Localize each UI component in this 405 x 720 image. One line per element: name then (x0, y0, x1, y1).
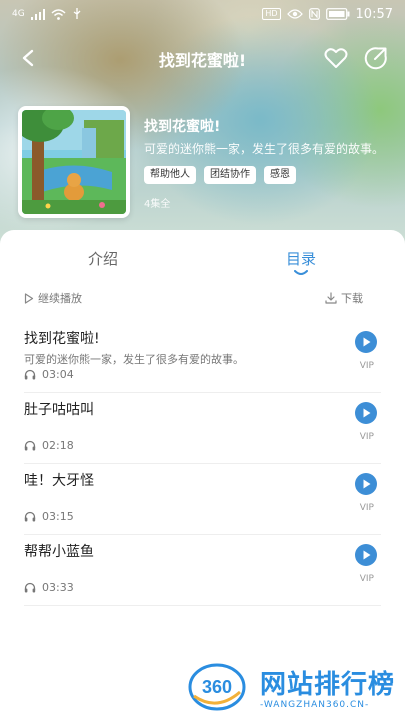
tab-intro[interactable]: 介绍 (88, 248, 118, 269)
headphones-icon (24, 369, 36, 380)
nfc-icon (308, 8, 320, 20)
playlist-toolbar: 继续播放 下载 (0, 290, 405, 310)
headphones-icon (24, 582, 36, 593)
clock: 10:57 (355, 6, 393, 22)
album-title: 找到花蜜啦! (144, 119, 221, 135)
play-icon (363, 550, 370, 560)
play-outline-icon (24, 292, 34, 304)
episode-description: 可爱的迷你熊一家，发生了很多有爱的故事。 (24, 353, 244, 366)
content-panel: 介绍 目录 继续播放 下载 找到花蜜啦! 可爱的迷你熊一家，发生了很多有爱的故事… (0, 230, 405, 720)
episode-title: 肚子咕咕叫 (24, 402, 94, 418)
album-description: 可爱的迷你熊一家，发生了很多有爱的故事。 (144, 142, 385, 156)
episode-row[interactable]: 哇！大牙怪 03:15 VIP (24, 464, 381, 535)
signal-icon (30, 8, 45, 20)
album-cover-image (22, 110, 126, 214)
vip-badge: VIP (359, 503, 374, 513)
duration-text: 03:15 (42, 510, 74, 523)
hd-badge: HD (262, 8, 281, 20)
status-bar: 4G HD 10:57 (0, 0, 405, 28)
watermark-logo: 360 (188, 663, 246, 711)
episode-title: 哇！大牙怪 (24, 473, 94, 489)
episode-list: 找到花蜜啦! 可爱的迷你熊一家，发生了很多有爱的故事。 03:04 VIP 肚子… (0, 322, 405, 606)
watermark: 360 网站排行榜 -WANGZHAN360.CN- (188, 660, 398, 716)
share-icon (364, 47, 387, 70)
vip-badge: VIP (359, 361, 374, 371)
album-cover (18, 106, 130, 218)
download-icon (325, 292, 337, 304)
tab-catalog[interactable]: 目录 (286, 248, 316, 269)
status-left: 4G (12, 8, 82, 20)
play-button[interactable] (355, 544, 377, 566)
tag[interactable]: 帮助他人 (144, 166, 196, 184)
download-label: 下载 (341, 292, 363, 305)
episode-duration: 03:04 (24, 368, 74, 381)
watermark-title: 网站排行榜 (260, 670, 396, 700)
duration-text: 03:33 (42, 581, 74, 594)
play-button[interactable] (355, 402, 377, 424)
vip-badge: VIP (359, 574, 374, 584)
status-right: HD 10:57 (262, 7, 393, 22)
back-button[interactable] (14, 44, 42, 72)
eye-icon (286, 9, 303, 19)
heart-icon (324, 48, 348, 68)
watermark-logo-text: 360 (202, 677, 232, 697)
tag[interactable]: 感恩 (264, 166, 296, 184)
play-button[interactable] (355, 473, 377, 495)
nav-bar: 找到花蜜啦! (0, 36, 405, 80)
download-button[interactable]: 下载 (325, 290, 363, 306)
episode-duration: 03:33 (24, 581, 74, 594)
play-icon (363, 479, 370, 489)
watermark-subtitle: -WANGZHAN360.CN- (260, 700, 370, 710)
episode-row[interactable]: 找到花蜜啦! 可爱的迷你熊一家，发生了很多有爱的故事。 03:04 VIP (24, 322, 381, 393)
episode-title: 找到花蜜啦! (24, 331, 100, 347)
continue-play-button[interactable]: 继续播放 (24, 290, 82, 306)
battery-icon (325, 8, 350, 20)
episode-count: 4集全 (144, 199, 171, 210)
play-button[interactable] (355, 331, 377, 353)
headphones-icon (24, 440, 36, 451)
continue-play-label: 继续播放 (38, 292, 82, 305)
tab-indicator (294, 270, 308, 275)
back-arrow-icon (22, 49, 34, 67)
vip-badge: VIP (359, 432, 374, 442)
episode-title: 帮帮小蓝鱼 (24, 544, 94, 560)
share-button[interactable] (362, 44, 390, 72)
duration-text: 03:04 (42, 368, 74, 381)
play-icon (363, 408, 370, 418)
episode-duration: 03:15 (24, 510, 74, 523)
episode-row[interactable]: 肚子咕咕叫 02:18 VIP (24, 393, 381, 464)
wifi-icon (51, 8, 66, 20)
tag-list: 帮助他人 团结协作 感恩 (144, 166, 296, 184)
tag[interactable]: 团结协作 (204, 166, 256, 184)
play-icon (363, 337, 370, 347)
episode-row[interactable]: 帮帮小蓝鱼 03:33 VIP (24, 535, 381, 606)
headphones-icon (24, 511, 36, 522)
network-label: 4G (12, 9, 25, 19)
usb-icon (72, 8, 82, 20)
duration-text: 02:18 (42, 439, 74, 452)
episode-duration: 02:18 (24, 439, 74, 452)
favorite-button[interactable] (322, 44, 350, 72)
